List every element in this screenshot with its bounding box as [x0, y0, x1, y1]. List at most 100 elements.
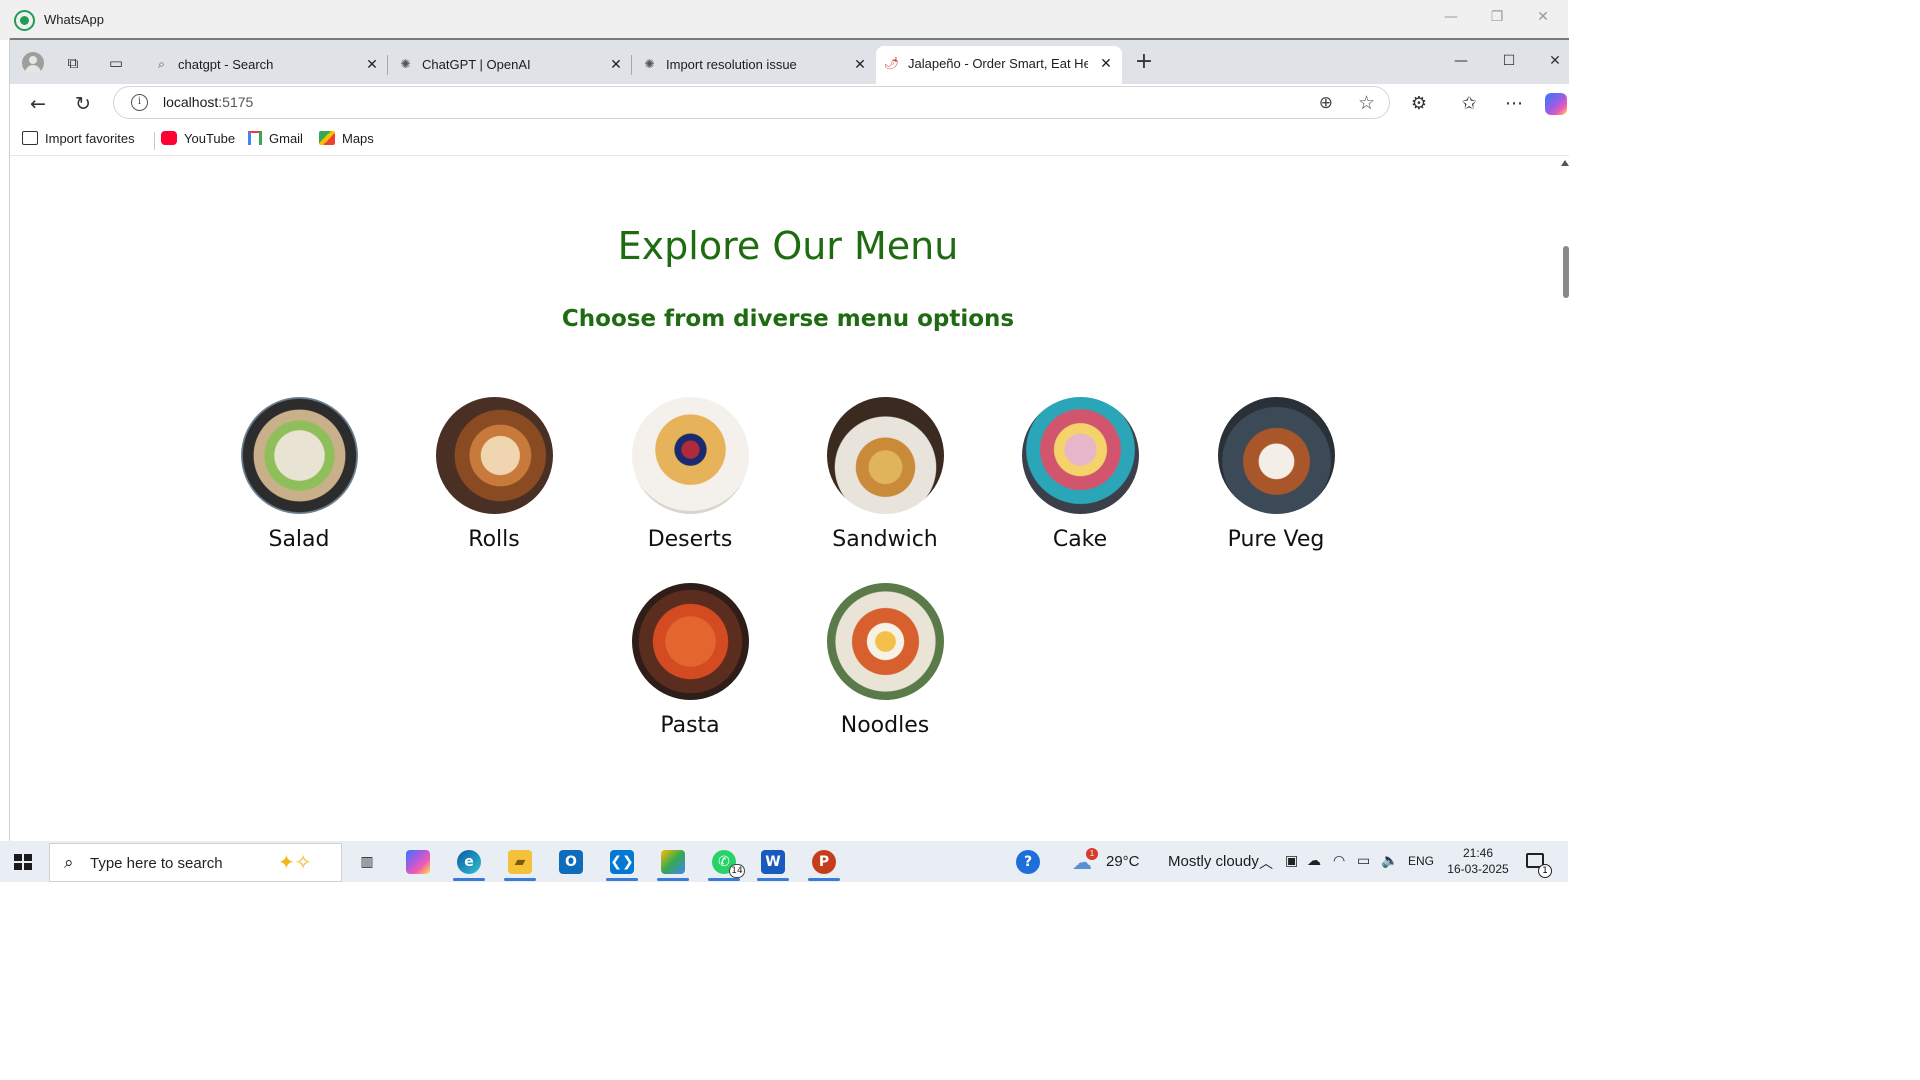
import-favorites-icon [22, 131, 38, 145]
close-icon[interactable]: ✕ [364, 56, 380, 72]
taskbar-word[interactable]: W [753, 845, 793, 881]
browser-minimize-button[interactable]: — [1444, 50, 1478, 72]
taskbar-help[interactable]: ? [1008, 845, 1048, 879]
copilot-icon[interactable] [1545, 93, 1567, 115]
extensions-icon[interactable]: ⚙ [1407, 92, 1431, 116]
fav-maps[interactable]: Maps [319, 131, 374, 149]
menu-item-label: Salad [268, 527, 330, 552]
battery-icon[interactable]: ▭ [1357, 853, 1370, 869]
favorites-icon[interactable]: ✩ [1457, 92, 1481, 116]
taskbar-whatsapp[interactable]: ✆ 14 [704, 845, 745, 881]
weather-condition: Mostly cloudy [1168, 853, 1259, 870]
close-icon[interactable]: ✕ [608, 56, 624, 72]
windows-start-icon[interactable] [14, 854, 32, 870]
sandwich-image[interactable] [827, 397, 944, 514]
active-indicator [708, 878, 740, 881]
info-icon[interactable]: i [131, 94, 148, 111]
wifi-icon[interactable]: ◠ [1333, 853, 1345, 869]
taskbar-search[interactable]: ⌕ Type here to search ✦✧ [49, 843, 342, 882]
fav-label: Import favorites [45, 131, 135, 146]
menu-item-label: Deserts [647, 527, 733, 552]
url-field[interactable]: i localhost:5175 ⊕ ☆ [113, 86, 1390, 119]
pasta-image[interactable] [632, 583, 749, 700]
taskbar: ⌕ Type here to search ✦✧ ▥ e ▰ O ❮❯ ✆ 14… [0, 841, 1568, 882]
volume-icon[interactable]: 🔈 [1381, 853, 1398, 869]
gmail-icon [248, 131, 262, 145]
fav-youtube[interactable]: YouTube [161, 131, 235, 149]
menu-item-noodles[interactable]: Noodles [800, 583, 970, 753]
back-arrow-icon[interactable]: ← [26, 92, 50, 116]
taskbar-vscode[interactable]: ❮❯ [602, 845, 642, 881]
pure-veg-image[interactable] [1218, 397, 1335, 514]
menu-item-salad[interactable]: Salad [214, 397, 384, 567]
favorite-star-icon[interactable]: ☆ [1358, 92, 1375, 114]
url-port: :5175 [218, 94, 254, 110]
tab-strip: ⧉ ▭ ⌕ chatgpt - Search ✕ ✺ ChatGPT | Ope… [10, 38, 1572, 86]
taskbar-drive[interactable] [653, 845, 693, 881]
task-view-icon: ▥ [360, 854, 374, 870]
tab-jalapeno[interactable]: 🌶 Jalapeño - Order Smart, Eat Healthy ✕ [876, 46, 1122, 86]
scroll-up-arrow-icon[interactable] [1561, 160, 1569, 166]
onedrive-icon[interactable]: ☁ [1307, 853, 1321, 869]
menu-item-label: Noodles [840, 713, 930, 738]
tab-title: Import resolution issue [666, 57, 797, 72]
workspaces-icon[interactable]: ⧉ [62, 52, 84, 74]
taskbar-edge[interactable]: e [449, 845, 489, 881]
fav-import-favorites[interactable]: Import favorites [22, 131, 135, 149]
taskbar-powerpoint[interactable]: P [804, 845, 844, 881]
tab-import-resolution[interactable]: ✺ Import resolution issue ✕ [634, 47, 872, 83]
profile-avatar[interactable] [22, 52, 44, 74]
notifications-badge: 1 [1538, 864, 1552, 878]
close-icon[interactable]: ✕ [1098, 55, 1114, 71]
more-menu-icon[interactable]: ⋯ [1502, 92, 1526, 116]
scrollbar-thumb[interactable] [1563, 246, 1569, 298]
language-indicator[interactable]: ENG [1408, 854, 1434, 895]
clock[interactable]: 21:46 16-03-2025 [1446, 845, 1510, 877]
task-view-button[interactable]: ▥ [347, 845, 387, 879]
taskbar-outlook[interactable]: O [551, 845, 591, 879]
menu-item-rolls[interactable]: Rolls [409, 397, 579, 567]
cake-image[interactable] [1022, 397, 1139, 514]
noodles-image[interactable] [827, 583, 944, 700]
browser-close-button[interactable]: ✕ [1538, 50, 1572, 72]
outer-close-button[interactable]: ✕ [1526, 6, 1560, 28]
meet-now-icon[interactable]: ▣ [1285, 853, 1298, 869]
close-icon[interactable]: ✕ [852, 56, 868, 72]
browser-maximize-button[interactable]: ☐ [1492, 50, 1526, 72]
menu-item-cake[interactable]: Cake [995, 397, 1165, 567]
rolls-image[interactable] [436, 397, 553, 514]
zoom-icon[interactable]: ⊕ [1319, 93, 1333, 113]
menu-item-sandwich[interactable]: Sandwich [800, 397, 970, 567]
copilot-icon [406, 850, 430, 874]
tab-chatgpt-openai[interactable]: ✺ ChatGPT | OpenAI ✕ [390, 47, 628, 83]
tab-chatgpt-search[interactable]: ⌕ chatgpt - Search ✕ [146, 47, 384, 83]
outer-minimize-button[interactable]: — [1434, 6, 1468, 28]
powerpoint-icon: P [812, 850, 836, 874]
tab-divider [387, 55, 388, 75]
taskbar-file-explorer[interactable]: ▰ [500, 845, 540, 881]
openai-icon: ✺ [644, 57, 655, 71]
refresh-icon[interactable]: ↻ [71, 92, 95, 116]
favorites-bar: Import favorites YouTube Gmail Maps [10, 124, 1569, 156]
deserts-image[interactable] [632, 397, 749, 514]
help-icon: ? [1016, 850, 1040, 874]
menu-item-label: Cake [1052, 527, 1108, 552]
menu-item-pure-veg[interactable]: Pure Veg [1191, 397, 1361, 567]
url-text[interactable]: localhost:5175 [163, 94, 253, 110]
edge-icon: e [457, 850, 481, 874]
active-indicator [757, 878, 789, 881]
search-icon: ⌕ [64, 853, 74, 873]
menu-item-pasta[interactable]: Pasta [605, 583, 775, 753]
active-indicator [453, 878, 485, 881]
menu-item-deserts[interactable]: Deserts [605, 397, 775, 567]
chevron-up-icon[interactable]: ︿ [1259, 853, 1273, 873]
tab-title: Jalapeño - Order Smart, Eat Healthy [908, 56, 1088, 71]
new-tab-button[interactable]: + [1132, 51, 1156, 75]
vertical-tabs-icon[interactable]: ▭ [105, 52, 127, 74]
salad-image[interactable] [241, 397, 358, 514]
page-scrollbar[interactable] [1561, 156, 1569, 841]
outer-restore-button[interactable]: ❐ [1480, 6, 1514, 28]
page-content: Explore Our Menu Choose from diverse men… [10, 156, 1569, 841]
taskbar-copilot[interactable] [398, 845, 438, 879]
fav-gmail[interactable]: Gmail [248, 131, 303, 149]
